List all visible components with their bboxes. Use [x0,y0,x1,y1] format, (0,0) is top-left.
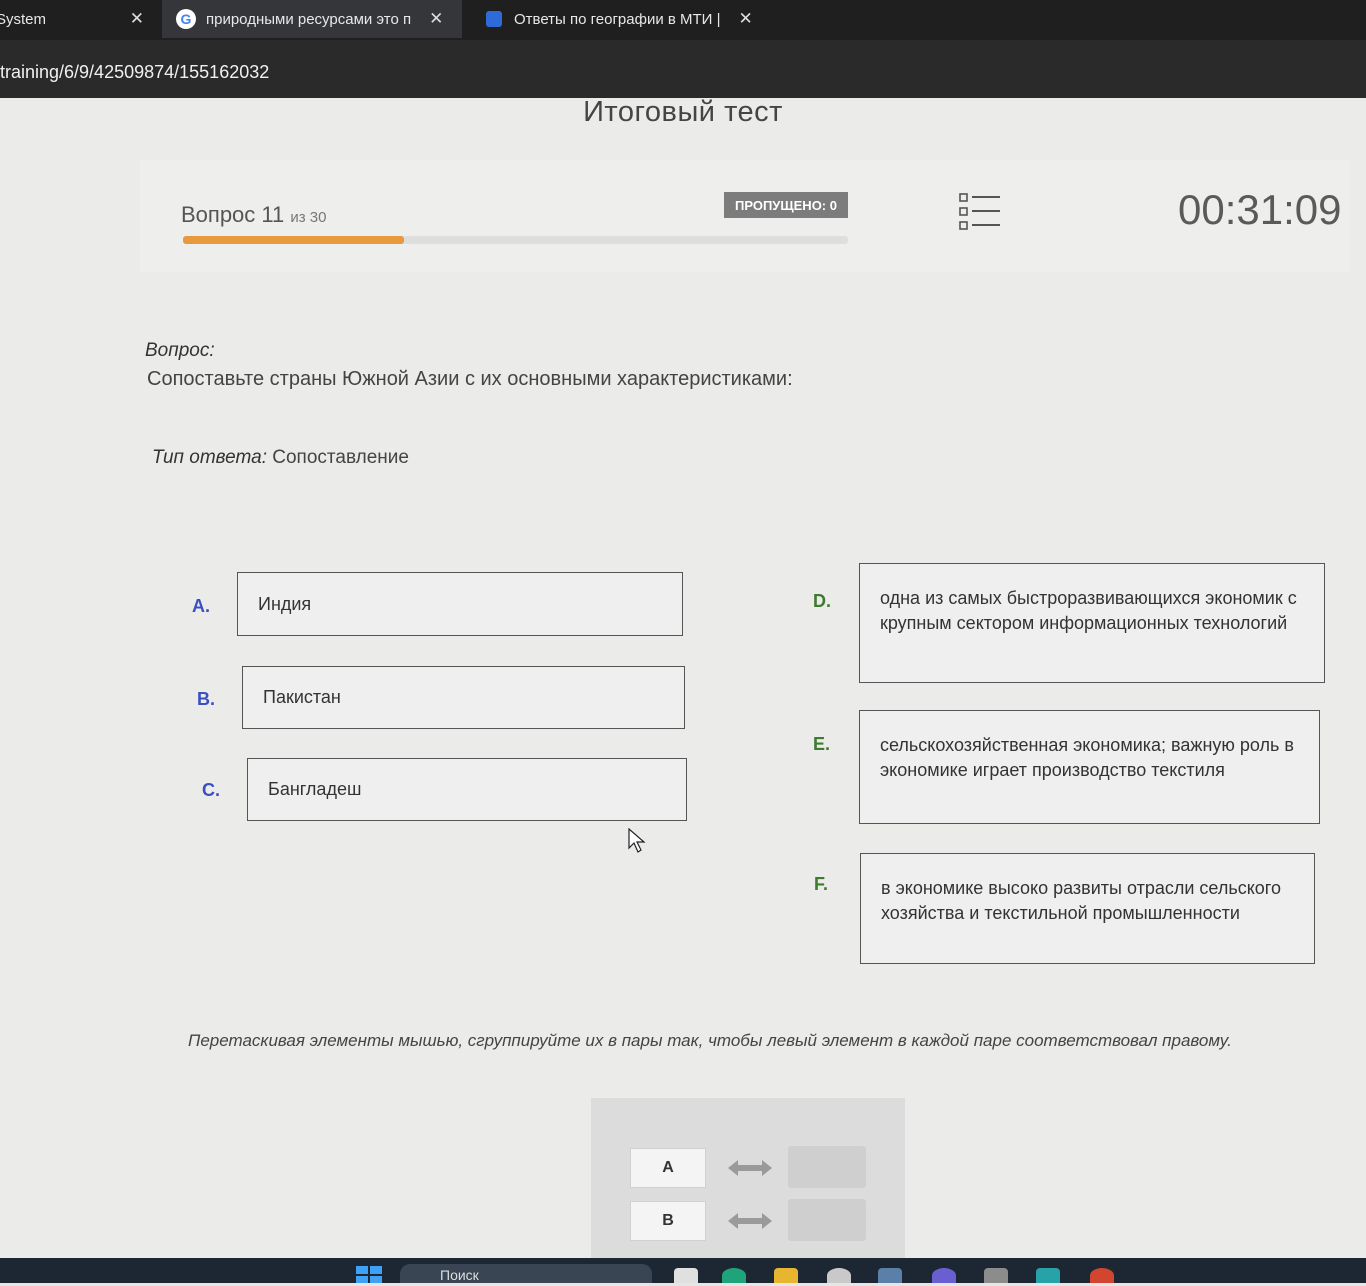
taskbar-app-icon[interactable] [827,1268,851,1283]
taskbar-app-icon[interactable] [1036,1268,1060,1283]
tab-natural-resources[interactable]: G природными ресурсами это п ✕ [162,0,462,38]
close-icon[interactable]: ✕ [130,9,144,29]
question-number: Вопрос 11 [181,202,285,227]
taskbar-app-icon[interactable] [878,1268,902,1283]
drag-item-d[interactable]: одна из самых быстроразвивающихся эконом… [859,563,1325,683]
pair-drop-target-a[interactable] [788,1146,866,1188]
tab-system[interactable]: System ✕ [0,0,156,38]
drag-instruction: Перетаскивая элементы мышью, сгруппируйт… [188,1031,1232,1050]
double-arrow-icon [728,1213,772,1229]
question-label: Вопрос: [145,340,215,361]
drag-item-c[interactable]: Бангладеш [247,758,687,821]
google-icon: G [176,9,196,29]
windows-start-icon[interactable] [356,1266,382,1283]
question-counter: Вопрос 11 из 30 [181,202,326,228]
taskbar-app-icon[interactable] [932,1268,956,1283]
letter-f: F. [814,874,829,894]
close-icon[interactable]: ✕ [429,9,443,29]
letter-c: C. [202,780,220,800]
progress-fill [183,236,405,244]
folder-icon[interactable] [774,1268,798,1283]
letter-e: E. [813,734,831,754]
taskbar-app-icon[interactable] [674,1268,698,1283]
answer-type-value: Сопоставление [272,447,409,468]
taskbar-app-icon[interactable] [1090,1268,1114,1283]
question-text: Сопоставьте страны Южной Азии с их основ… [147,368,793,390]
timer: 00:31:09 [1178,186,1342,233]
pair-slot-a[interactable]: A [630,1148,706,1188]
letter-a: A. [192,596,210,616]
progress-bar [183,236,848,244]
tab-geography-answers[interactable]: Ответы по географии в МТИ | ✕ [470,0,800,38]
site-favicon-icon [486,11,502,27]
browser-tab-bar: System ✕ G природными ресурсами это п ✕ … [0,0,1366,40]
drag-item-a[interactable]: Индия [237,572,683,636]
drag-item-b[interactable]: Пакистан [242,666,685,729]
pair-drop-target-b[interactable] [788,1199,866,1241]
double-arrow-icon [728,1160,772,1176]
skipped-badge[interactable]: ПРОПУЩЕНО: 0 [724,192,848,218]
tab-title: природными ресурсами это п [206,10,412,28]
pair-slot-b[interactable]: B [630,1201,706,1241]
taskbar-search[interactable]: Поиск [400,1264,652,1283]
mouse-cursor-icon [628,828,646,853]
question-list-icon[interactable] [958,192,1002,232]
url-field[interactable]: training/6/9/42509874/155162032 [0,62,269,83]
letter-b: B. [197,689,215,709]
question-total: из 30 [290,209,327,226]
close-icon[interactable]: ✕ [739,9,753,29]
edge-icon[interactable] [722,1268,746,1283]
drag-item-e[interactable]: сельскохозяйственная экономика; важную р… [859,710,1320,824]
taskbar-app-icon[interactable] [984,1268,1008,1283]
drag-item-f[interactable]: в экономике высоко развиты отрасли сельс… [860,853,1315,964]
answer-type: Тип ответа: Сопоставление [152,447,409,469]
tab-title: System [0,10,47,28]
page-title: Итоговый тест [583,96,783,128]
tab-title: Ответы по географии в МТИ | [514,10,721,28]
answer-type-label: Тип ответа: [152,447,267,468]
letter-d: D. [813,591,831,611]
